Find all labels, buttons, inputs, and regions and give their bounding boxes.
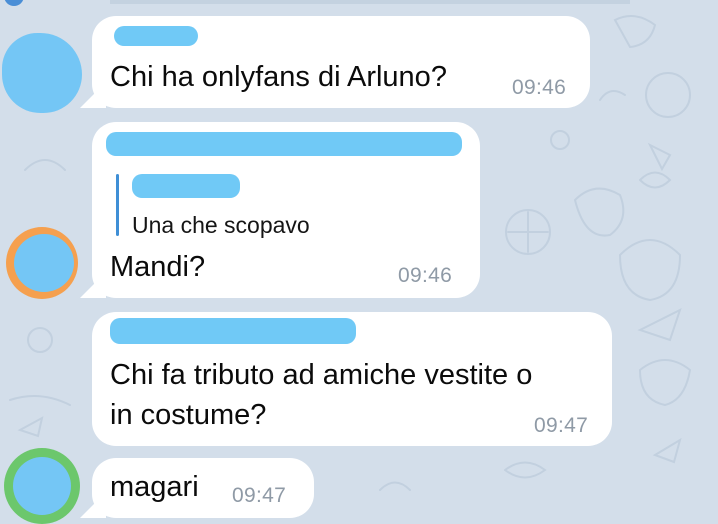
message-timestamp: 09:46 (512, 76, 567, 99)
redacted-reply-author (132, 174, 240, 198)
message-text: Mandi? (110, 251, 206, 283)
message-timestamp: 09:47 (534, 414, 589, 437)
message-bubble[interactable]: magari 09:47 (80, 458, 314, 518)
previous-avatar (4, 0, 24, 6)
reply-quote-bar (116, 174, 119, 236)
previous-message-edge (110, 0, 630, 4)
message-timestamp: 09:47 (232, 484, 287, 507)
redacted-sender-name (114, 26, 198, 46)
message-text: magari (110, 471, 199, 503)
message-text-line: Chi fa tributo ad amiche vestite o (110, 359, 533, 391)
bubble-tail (80, 492, 106, 518)
redacted-sender-name (106, 132, 462, 156)
bubble-tail (80, 272, 106, 298)
message-bubble[interactable]: Chi fa tributo ad amiche vestite o in co… (92, 312, 612, 446)
avatar-image (13, 457, 71, 515)
message-timestamp: 09:46 (398, 264, 453, 287)
sender-avatar[interactable] (2, 33, 82, 113)
message-text-line: in costume? (110, 399, 267, 431)
sender-avatar[interactable] (4, 448, 80, 524)
redacted-sender-name (110, 318, 356, 344)
message-bubble[interactable]: Chi ha onlyfans di Arluno? 09:46 (80, 16, 590, 108)
bubble-tail (80, 82, 106, 108)
sender-avatar[interactable] (6, 227, 78, 299)
message-text: Chi ha onlyfans di Arluno? (110, 61, 447, 93)
message-bubble[interactable]: Una che scopavo Mandi? 09:46 (80, 122, 480, 298)
reply-quote-text[interactable]: Una che scopavo (132, 212, 310, 239)
avatar-image (14, 234, 74, 292)
